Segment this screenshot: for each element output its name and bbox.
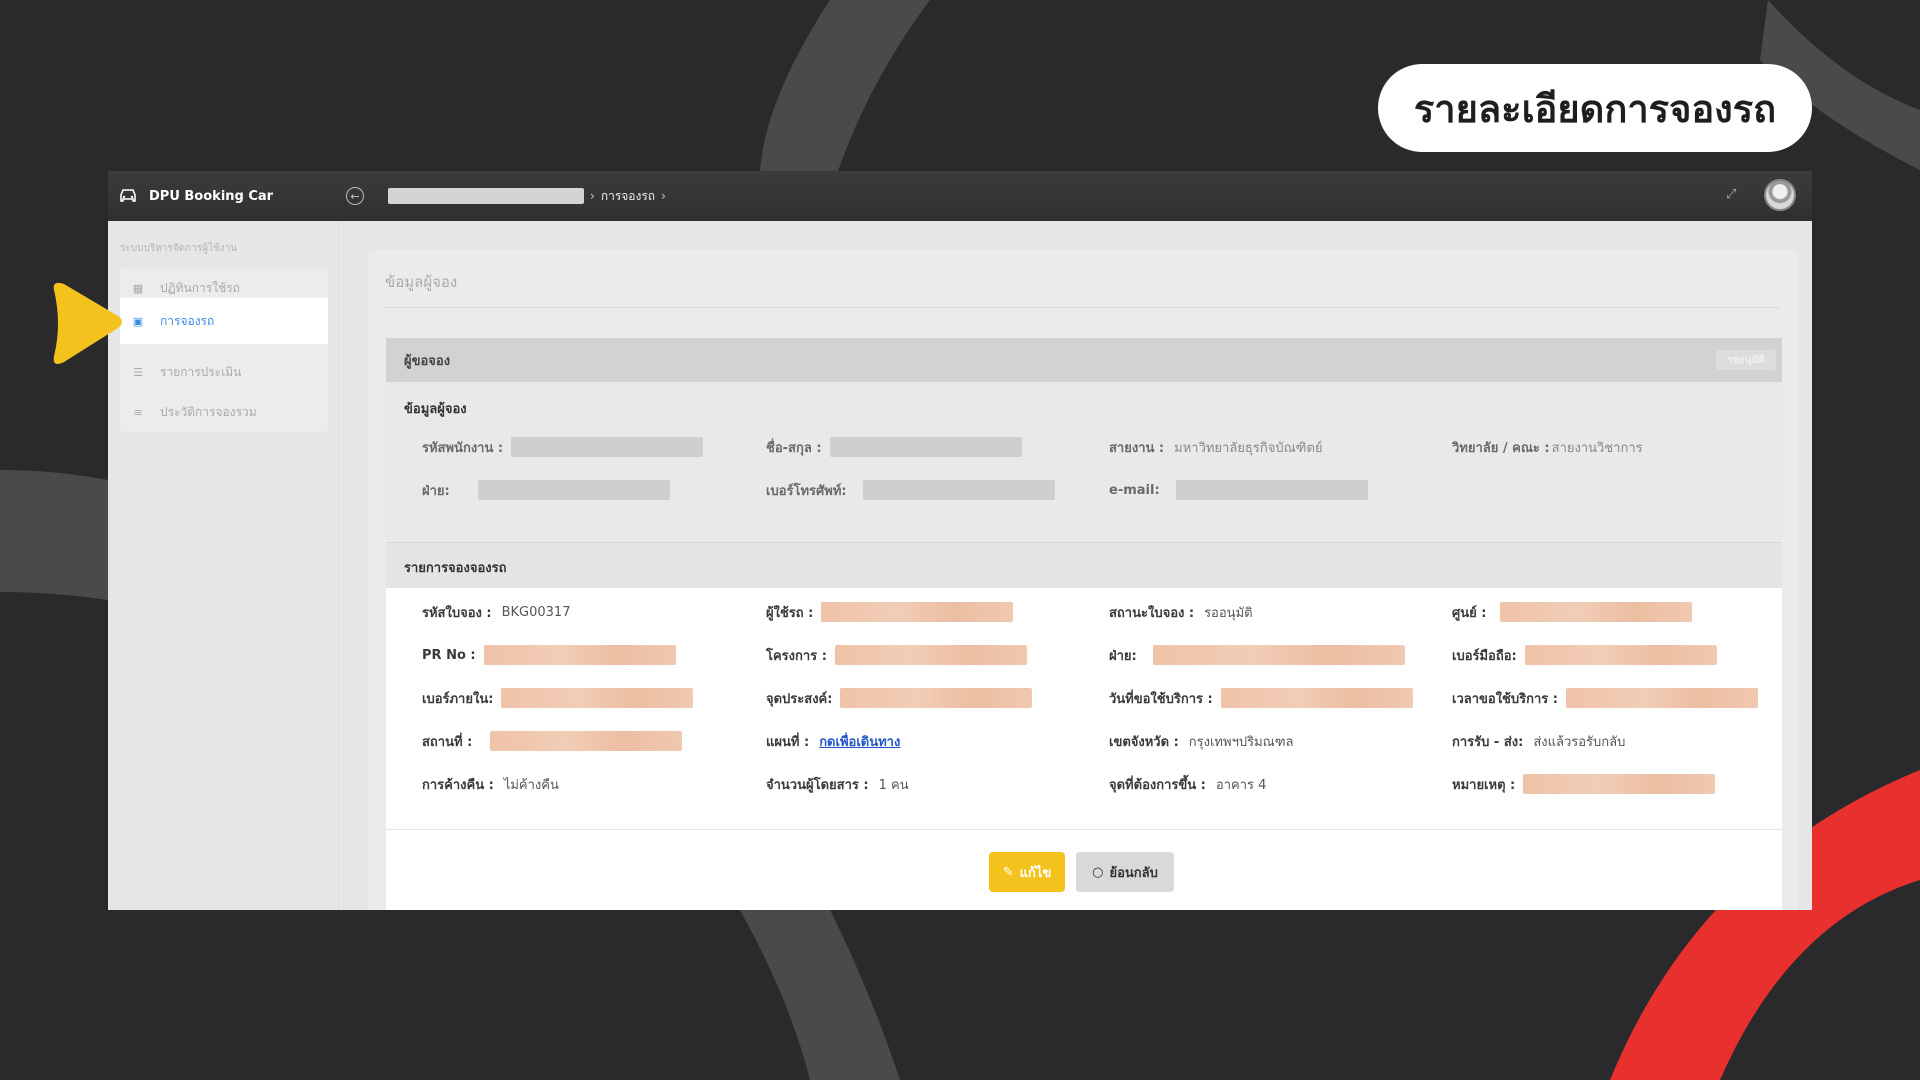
redacted-value xyxy=(1175,480,1368,500)
user-field: ผู้ใช้รถ : xyxy=(766,601,1014,623)
redacted-value xyxy=(501,688,694,708)
mobile-field: เบอร์มือถือ: xyxy=(1452,644,1717,666)
redacted-value xyxy=(862,480,1055,500)
employee-id-field: รหัสพนักงาน : xyxy=(422,436,704,458)
redacted-value xyxy=(1524,645,1717,665)
booking-card: ผู้ขอจอง รออนุมัติ ข้อมูลผู้จอง รหัสพนัก… xyxy=(386,338,1782,910)
sidebar-item-history[interactable]: ≡ ประวัติการจองรวม xyxy=(120,392,328,432)
redacted-value xyxy=(1152,645,1405,665)
redacted-value xyxy=(1500,602,1693,622)
phone-field: เบอร์โทรศัพท์: xyxy=(766,479,1055,501)
back-arrow-icon[interactable]: ← xyxy=(346,187,364,205)
booking-section-header: รายการจองจองรถ xyxy=(386,542,1782,588)
zone-field: เขตจังหวัด : กรุงเทพฯปริมณฑล xyxy=(1109,734,1294,750)
email-field: e-mail: xyxy=(1109,479,1368,501)
redacted-value xyxy=(490,731,683,751)
ext-field: เบอร์ภายใน: xyxy=(422,687,694,709)
breadcrumb-separator: › xyxy=(661,189,666,203)
redacted-value xyxy=(1523,774,1716,794)
edit-button[interactable]: ✎ แก้ไข xyxy=(989,852,1065,892)
redacted-value xyxy=(511,437,704,457)
map-field: แผนที่ : กดเพื่อเดินทาง xyxy=(766,730,900,752)
sidebar-divider xyxy=(338,221,339,910)
line-field: สายงาน : มหาวิทยาลัยธุรกิจบัณฑิตย์ xyxy=(1109,440,1323,456)
status-field: สถานะใบจอง : รออนุมัติ xyxy=(1109,605,1253,621)
page-title-pill: รายละเอียดการจองรถ xyxy=(1378,64,1812,152)
passengers-field: จำนวนผู้โดยสาร :1 คน xyxy=(766,777,909,793)
pr-field: PR No : xyxy=(422,644,676,666)
main-content: ข้อมูลผู้จอง ผู้ขอจอง รออนุมัติ ข้อมูลผู… xyxy=(368,250,1798,910)
redacted-value xyxy=(483,645,676,665)
section-title: รายการจองจองรถ xyxy=(404,561,507,576)
dept-field: ฝ่าย: xyxy=(422,479,670,501)
calendar-icon: ▦ xyxy=(132,281,144,295)
card-title: ผู้ขอจอง xyxy=(404,353,451,369)
pickup-point-field: จุดที่ต้องการขึ้น : อาคาร 4 xyxy=(1109,777,1267,793)
purpose-field: จุดประสงค์: xyxy=(766,687,1033,709)
overnight-field: การค้างคืน : ไม่ค้างคืน xyxy=(422,777,559,793)
center-field: ศูนย์ : xyxy=(1452,601,1693,623)
redacted-value xyxy=(829,437,1022,457)
redacted-value xyxy=(821,602,1014,622)
sidebar-item-booking[interactable]: ▣ การจองรถ xyxy=(120,298,328,344)
list-check-icon: ☰ xyxy=(133,365,143,379)
map-link[interactable]: กดเพื่อเดินทาง xyxy=(819,731,900,752)
breadcrumb-current[interactable]: การจองรถ xyxy=(601,187,655,206)
section-title: ข้อมูลผู้จอง xyxy=(404,402,467,417)
redacted-value xyxy=(477,480,670,500)
booking-dept-field: ฝ่าย: xyxy=(1109,644,1405,666)
brand-label: DPU Booking Car xyxy=(149,188,274,204)
redacted-value xyxy=(834,645,1027,665)
refresh-icon: ○ xyxy=(1092,864,1104,880)
service-time-field: เวลาขอใช้บริการ : xyxy=(1452,687,1758,709)
app-screenshot: DPU Booking Car ← › การจองรถ › ⤢ ระบบบริ… xyxy=(108,171,1812,910)
faculty-field: วิทยาลัย / คณะ : สายงานวิชาการ xyxy=(1452,440,1643,456)
brand[interactable]: DPU Booking Car xyxy=(118,188,308,204)
car-icon xyxy=(120,189,136,202)
divider xyxy=(385,307,1781,308)
service-date-field: วันที่ขอใช้บริการ : xyxy=(1109,687,1413,709)
pointer-arrow-icon xyxy=(53,282,122,364)
pencil-icon: ✎ xyxy=(1002,864,1014,880)
book-icon: ▣ xyxy=(132,314,144,328)
list-icon: ≡ xyxy=(133,405,143,419)
booking-id-field: รหัสใบจอง : BKG00317 xyxy=(422,604,571,621)
status-badge: รออนุมัติ xyxy=(1716,350,1776,370)
sidebar: ▦ ปฏิทินการใช้รถ ▣ การจองรถ ☰ รายการประเ… xyxy=(120,268,328,432)
fullscreen-icon[interactable]: ⤢ xyxy=(1726,187,1742,203)
avatar[interactable] xyxy=(1764,179,1796,211)
card-header: ผู้ขอจอง รออนุมัติ xyxy=(386,338,1782,382)
sidebar-item-label: การจองรถ xyxy=(160,313,215,328)
redacted-value xyxy=(1220,688,1413,708)
sidebar-group-label: ระบบบริหารจัดการผู้ใช้งาน xyxy=(120,243,237,254)
sidebar-item-evaluation[interactable]: ☰ รายการประเมิน xyxy=(120,352,328,392)
back-button[interactable]: ○ ย้อนกลับ xyxy=(1076,852,1174,892)
redacted-value xyxy=(1566,688,1758,708)
note-field: หมายเหตุ : xyxy=(1452,773,1716,795)
sidebar-item-label: รายการประเมิน xyxy=(160,364,242,379)
sidebar-item-label: ปฏิทินการใช้รถ xyxy=(160,280,240,295)
name-field: ชื่อ-สกุล : xyxy=(766,436,1022,458)
content-title: ข้อมูลผู้จอง xyxy=(385,273,458,291)
place-field: สถานที่ : xyxy=(422,730,683,752)
requester-section: ข้อมูลผู้จอง รหัสพนักงาน : ชื่อ-สกุล : ส… xyxy=(386,382,1782,542)
sidebar-item-label: ประวัติการจองรวม xyxy=(160,404,257,419)
redacted-value xyxy=(840,688,1033,708)
breadcrumb-redacted xyxy=(388,188,584,204)
project-field: โครงการ : xyxy=(766,644,1027,666)
breadcrumb-separator: › xyxy=(590,189,595,203)
booking-details: รหัสใบจอง : BKG00317 ผู้ใช้รถ : สถานะใบจอ… xyxy=(386,588,1782,830)
pickup-field: การรับ - ส่ง: ส่งแล้วรอรับกลับ xyxy=(1452,734,1626,750)
top-navbar: DPU Booking Car ← › การจองรถ › ⤢ xyxy=(108,171,1812,221)
